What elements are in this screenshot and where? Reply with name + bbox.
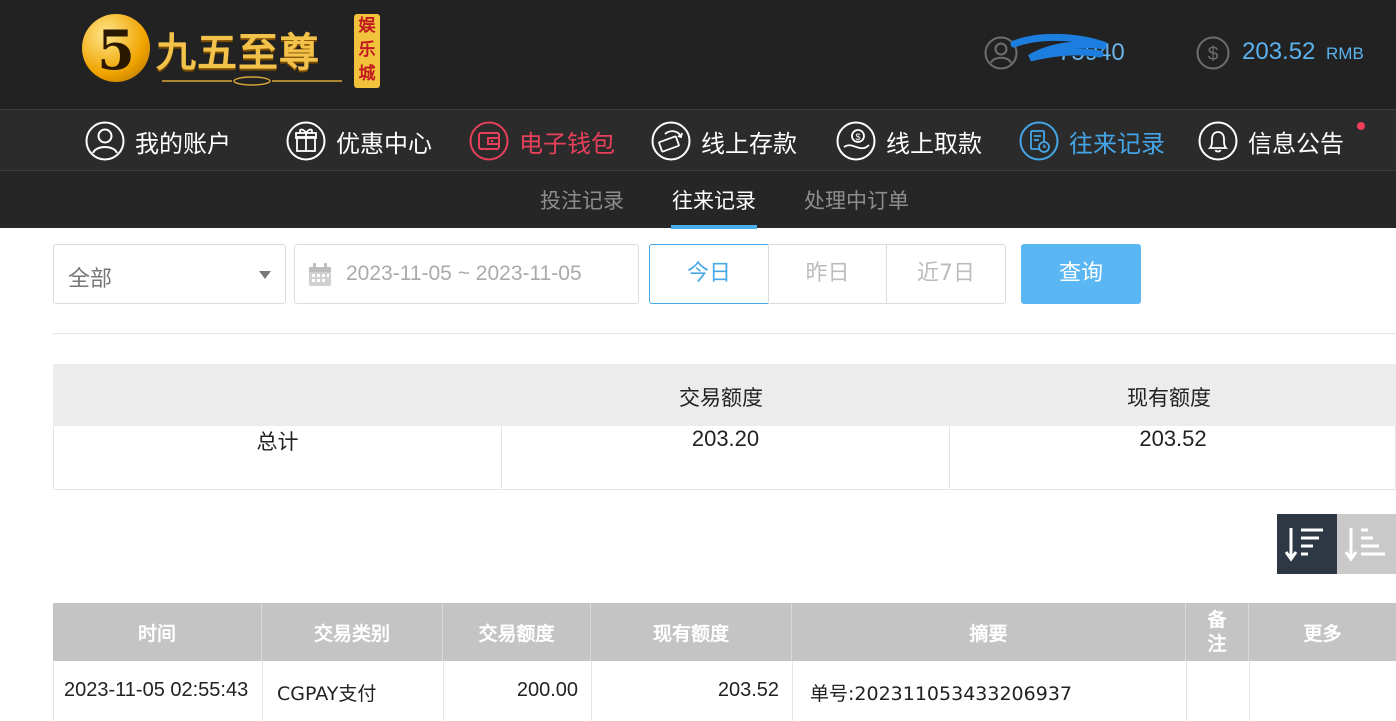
cell-time: 2023-11-05 02:55:43: [64, 679, 249, 701]
balance-currency: RMB: [1326, 44, 1364, 63]
summary-current-total: 203.52: [949, 426, 1396, 489]
svg-text:$: $: [855, 132, 860, 142]
range-7days-button[interactable]: 近7日: [886, 244, 1006, 304]
summary-transaction-total: 203.20: [501, 426, 949, 489]
top-bar: 5 九五至尊 娱 乐 城 75940 $ 203.52 RMB: [0, 0, 1396, 109]
range-today-button[interactable]: 今日: [649, 244, 769, 304]
nav-item-label: 电子钱包: [519, 129, 615, 158]
column-header-balance: 现有额度: [590, 603, 791, 661]
main-nav: 我的账户 优惠中心 电子钱包 线上存款 $ 线上取款 往来记录 信息公告: [0, 109, 1396, 170]
summary-header-transaction: 交易额度: [679, 386, 763, 410]
sort-desc-button[interactable]: [1277, 514, 1337, 574]
nav-item-online-deposit[interactable]: 线上存款: [651, 120, 797, 162]
column-header-amount: 交易额度: [442, 603, 590, 661]
column-header-more: 更多: [1248, 603, 1396, 661]
nav-item-my-account[interactable]: 我的账户: [85, 120, 231, 162]
cell-more[interactable]: [1249, 661, 1396, 721]
balance-amount: 203.52: [1242, 38, 1316, 65]
sort-desc-icon: [1284, 528, 1323, 562]
tab-transaction-records[interactable]: 往来记录: [672, 185, 756, 215]
date-range-input[interactable]: 2023-11-05 ~ 2023-11-05: [294, 244, 639, 304]
column-header-type: 交易类别: [261, 603, 442, 661]
redaction-scribble: [1010, 34, 1108, 62]
sort-asc-button[interactable]: [1337, 514, 1396, 574]
query-button[interactable]: 查询: [1021, 244, 1141, 304]
table-row[interactable]: 2023-11-05 02:55:43 CGPAY支付 200.00 203.5…: [53, 661, 1396, 721]
sort-asc-icon: [1344, 528, 1385, 562]
tab-bet-records[interactable]: 投注记录: [540, 185, 624, 215]
range-yesterday-button[interactable]: 昨日: [768, 244, 887, 304]
nav-item-label: 优惠中心: [336, 129, 432, 158]
logo-badge: 5: [82, 14, 150, 82]
nav-item-label: 我的账户: [135, 129, 231, 158]
cell-summary: 单号:202311053433206937: [792, 661, 1186, 721]
nav-item-label: 线上取款: [886, 129, 982, 158]
nav-item-label: 信息公告: [1248, 129, 1344, 158]
logo-tag-char: 乐: [358, 40, 376, 60]
cell-balance: 203.52: [591, 661, 792, 721]
cell-amount: 200.00: [443, 661, 591, 721]
chevron-down-icon: [259, 271, 271, 279]
summary-header: 交易额度 现有额度: [53, 364, 1396, 426]
logo-flourish: [162, 76, 342, 86]
deposit-icon: [651, 121, 691, 161]
wallet-icon: [469, 121, 509, 161]
active-tab-indicator: [671, 225, 757, 229]
summary-row: 总计 203.20 203.52: [53, 426, 1396, 490]
sub-nav: 投注记录 往来记录 处理中订单: [0, 170, 1396, 229]
logo-badge-glyph: 5: [97, 18, 135, 82]
records-icon: [1019, 121, 1059, 161]
column-header-remark: 备注: [1185, 603, 1248, 661]
nav-item-label: 线上存款: [701, 129, 797, 158]
type-select[interactable]: 全部: [53, 244, 286, 304]
calendar-icon: [309, 263, 331, 286]
cell-remark: [1186, 661, 1249, 721]
svg-text:$: $: [1208, 44, 1219, 65]
nav-item-label: 往来记录: [1069, 129, 1165, 158]
nav-item-transaction-records[interactable]: 往来记录: [1019, 120, 1165, 162]
summary-row-label: 总计: [256, 430, 299, 454]
user-circle-icon: [85, 121, 125, 161]
date-range-value: 2023-11-05 ~ 2023-11-05: [346, 262, 582, 285]
divider: [53, 333, 1396, 334]
withdraw-icon: $: [836, 121, 876, 161]
summary-header-current: 现有额度: [1127, 386, 1211, 410]
logo-title: 九五至尊: [156, 29, 320, 76]
gift-icon: [286, 121, 326, 161]
type-select-value: 全部: [68, 267, 113, 292]
nav-item-announcements[interactable]: 信息公告: [1198, 120, 1344, 162]
column-header-summary: 摘要: [791, 603, 1185, 661]
site-logo[interactable]: 5 九五至尊 娱 乐 城: [82, 12, 382, 92]
logo-tag-char: 城: [358, 64, 376, 84]
bell-icon: [1198, 121, 1238, 161]
nav-item-online-withdraw[interactable]: $ 线上取款: [836, 120, 982, 162]
logo-tag: 娱 乐 城: [354, 14, 380, 88]
dollar-coin-icon: $: [1196, 36, 1230, 70]
logo-tag-char: 娱: [358, 16, 376, 36]
tab-pending-orders[interactable]: 处理中订单: [804, 185, 909, 215]
column-header-time: 时间: [137, 622, 176, 645]
records-header: 时间 交易类别 交易额度 现有额度 摘要 备注 更多: [53, 603, 1396, 661]
nav-item-e-wallet[interactable]: 电子钱包: [469, 120, 615, 162]
notification-dot: [1357, 122, 1365, 130]
nav-item-promotions[interactable]: 优惠中心: [286, 120, 432, 162]
cell-type: CGPAY支付: [262, 661, 443, 721]
